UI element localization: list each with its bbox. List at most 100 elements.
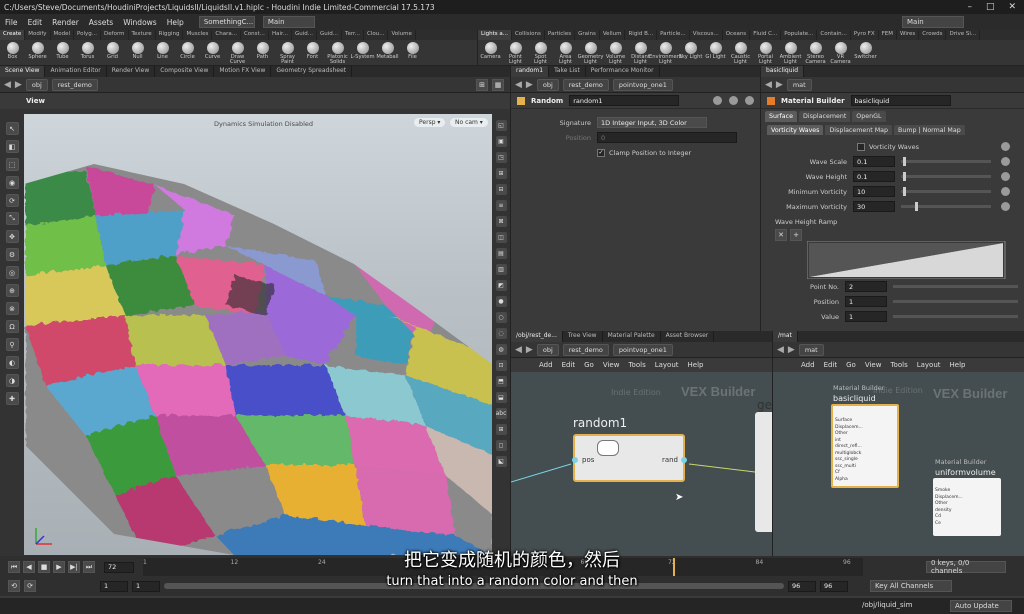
shelf-tab-populate[interactable]: Populate... — [781, 30, 818, 40]
right-workspace-select[interactable]: Main — [902, 16, 964, 28]
info-icon[interactable] — [745, 96, 754, 105]
shelf-tab-create[interactable]: Create — [0, 30, 26, 40]
tool-environment-light[interactable]: Environment Light — [649, 42, 682, 65]
forward-icon[interactable]: ▶ — [776, 80, 783, 90]
path-mat[interactable]: mat — [786, 78, 812, 91]
slider-knob[interactable] — [902, 172, 906, 181]
menu-tools[interactable]: Tools — [628, 361, 645, 369]
tab-asset-browser[interactable]: Asset Browser — [661, 331, 715, 342]
shelf-tab-guid[interactable]: Guid... — [317, 30, 343, 40]
tool-stereo-camera[interactable]: Stereo Camera — [803, 42, 828, 65]
viewport-layout-icon[interactable]: ▦ — [492, 78, 504, 91]
tab-material-palette[interactable]: Material Palette — [603, 331, 661, 342]
tab-performance-monitor[interactable]: Performance Monitor — [586, 66, 660, 77]
shelf-tab-clou[interactable]: Clou... — [364, 30, 389, 40]
forward-icon[interactable]: ▶ — [15, 80, 22, 90]
shelf-tab-rigging[interactable]: Rigging — [156, 30, 184, 40]
shelf-tab-guid[interactable]: Guid... — [292, 30, 317, 40]
display-icon-11[interactable]: ● — [495, 296, 507, 307]
shelf-tab-fluid-c[interactable]: Fluid C... — [750, 30, 782, 40]
slider-knob[interactable] — [902, 187, 906, 196]
path-pointvop[interactable]: pointvop_one1 — [612, 343, 673, 356]
back-icon[interactable]: ◀ — [765, 80, 772, 90]
gear-icon[interactable] — [1001, 187, 1010, 196]
forward-icon[interactable]: ▶ — [526, 80, 533, 90]
tool-null[interactable]: Null — [125, 42, 150, 60]
tab-displacement-map[interactable]: Displacement Map — [825, 125, 893, 135]
tool-icon-15[interactable]: ✚ — [5, 392, 19, 405]
display-icon-8[interactable]: ▤ — [495, 248, 507, 259]
menu-help[interactable]: Help — [162, 18, 189, 27]
param-field-wave-height[interactable]: 0.1 — [853, 171, 895, 182]
ramp-slider[interactable] — [893, 315, 1018, 318]
shelf-tab-oceans[interactable]: Oceans — [723, 30, 751, 40]
menu-layout[interactable]: Layout — [917, 361, 941, 369]
tool-path[interactable]: Path — [250, 42, 275, 60]
workspace-select[interactable]: Main — [262, 16, 315, 28]
tool-switcher[interactable]: Switcher — [853, 42, 878, 60]
shelf-tab-rigid-b[interactable]: Rigid B... — [625, 30, 658, 40]
tool-caustic-light[interactable]: Caustic Light — [728, 42, 753, 65]
shelf-tab-grains[interactable]: Grains — [575, 30, 600, 40]
menu-help[interactable]: Help — [950, 361, 966, 369]
tab-geometry-spreadsheet[interactable]: Geometry Spreadsheet — [271, 66, 352, 77]
shelf-tab-wires[interactable]: Wires — [897, 30, 920, 40]
shelf-tab-deform[interactable]: Deform — [101, 30, 129, 40]
tool-icon-14[interactable]: ◑ — [5, 374, 19, 387]
display-icon-4[interactable]: ⊟ — [495, 184, 507, 195]
menu-layout[interactable]: Layout — [655, 361, 679, 369]
path-pointvop[interactable]: pointvop_one1 — [612, 78, 673, 91]
display-icon-12[interactable]: ○ — [495, 312, 507, 323]
tab-render-view[interactable]: Render View — [107, 66, 156, 77]
slider-knob[interactable] — [914, 202, 918, 211]
shelf-tab-polyg[interactable]: Polyg... — [74, 30, 102, 40]
menu-tools[interactable]: Tools — [890, 361, 907, 369]
close-button[interactable]: ✕ — [1008, 2, 1016, 12]
display-icon-15[interactable]: ⊡ — [495, 360, 507, 371]
menu-assets[interactable]: Assets — [84, 18, 118, 27]
tool-spot-light[interactable]: Spot Light — [528, 42, 553, 65]
shelf-tab-particle[interactable]: Particle... — [657, 30, 690, 40]
display-icon-14[interactable]: ◍ — [495, 344, 507, 355]
shelf-tab-texture[interactable]: Texture — [129, 30, 156, 40]
param-slider-maximum-vorticity[interactable] — [901, 202, 991, 211]
tool-sky-light[interactable]: Sky Light — [678, 42, 703, 60]
tool-curve[interactable]: Curve — [200, 42, 225, 60]
gear-icon[interactable] — [713, 96, 722, 105]
position-field[interactable]: 0 — [597, 132, 737, 143]
param-field-minimum-vorticity[interactable]: 10 — [853, 186, 895, 197]
display-icon-21[interactable]: ⬕ — [495, 456, 507, 467]
wave-height-ramp[interactable] — [807, 241, 1007, 279]
tool-icon-13[interactable]: ◐ — [5, 356, 19, 369]
display-icon-3[interactable]: ⊞ — [495, 168, 507, 179]
shelf-tab-pyro-fx[interactable]: Pyro FX — [851, 30, 879, 40]
menu-go[interactable]: Go — [584, 361, 594, 369]
3d-viewport[interactable]: Dynamics Simulation Disabled Persp ▾ No … — [24, 114, 492, 555]
signature-select[interactable]: 1D Integer Input, 3D Color — [597, 117, 707, 128]
back-icon[interactable]: ◀ — [777, 345, 784, 355]
tab-obj-rest-de[interactable]: /obj/rest_de... — [511, 331, 563, 342]
tool-icon-2[interactable]: ⬚ — [5, 158, 19, 171]
pin-icon[interactable]: ⊞ — [476, 78, 488, 91]
back-icon[interactable]: ◀ — [515, 345, 522, 355]
display-icon-6[interactable]: ⊠ — [495, 216, 507, 227]
ramp-slider[interactable] — [893, 300, 1018, 303]
tool-grid[interactable]: Grid — [100, 42, 125, 60]
path-rest-demo[interactable]: rest_demo — [51, 78, 98, 91]
display-icon-13[interactable]: ◌ — [495, 328, 507, 339]
vex-network-canvas[interactable]: Indie Edition VEX Builder random1 pos ra… — [511, 372, 772, 556]
path-obj[interactable]: obj — [25, 78, 48, 91]
tool-point-light[interactable]: Point Light — [503, 42, 528, 65]
shelf-tab-muscles[interactable]: Muscles — [183, 30, 213, 40]
tool-icon-10[interactable]: ⊗ — [5, 302, 19, 315]
tool-icon-1[interactable]: ◧ — [5, 140, 19, 153]
tool-area-light[interactable]: Area Light — [553, 42, 578, 65]
tool-icon-12[interactable]: ⚲ — [5, 338, 19, 351]
shelf-tab-model[interactable]: Model — [51, 30, 75, 40]
vorticity-checkbox[interactable] — [857, 142, 865, 151]
auto-update-select[interactable]: Auto Update — [950, 600, 1012, 612]
tool-vr-camera[interactable]: VR Camera — [828, 42, 853, 65]
display-icon-2[interactable]: ◳ — [495, 152, 507, 163]
shelf-tab-contain[interactable]: Contain... — [817, 30, 851, 40]
display-icon-17[interactable]: ⬓ — [495, 392, 507, 403]
